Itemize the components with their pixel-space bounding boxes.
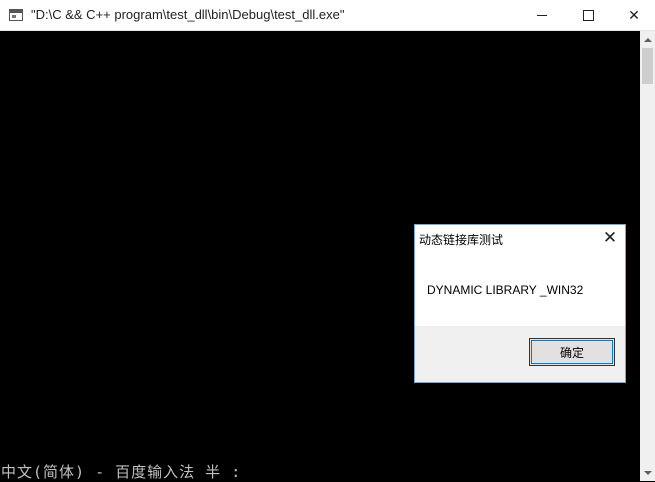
arrow-up-icon bbox=[643, 37, 652, 42]
scrollbar-thumb[interactable] bbox=[642, 48, 653, 84]
minimize-button[interactable] bbox=[519, 0, 565, 30]
console-app-icon[interactable] bbox=[9, 9, 23, 21]
vertical-scrollbar[interactable] bbox=[640, 31, 655, 481]
close-icon: ✕ bbox=[602, 228, 618, 247]
title-bar[interactable]: "D:\C && C++ program\test_dll\bin\Debug\… bbox=[0, 0, 655, 31]
scroll-up-button[interactable] bbox=[640, 31, 655, 48]
dialog-title: 动态链接库测试 bbox=[419, 233, 504, 247]
maximize-icon bbox=[582, 9, 594, 21]
dialog-close-button[interactable]: ✕ bbox=[595, 225, 625, 251]
message-box-dialog: 动态链接库测试 ✕ DYNAMIC LIBRARY _WIN32 确定 bbox=[414, 224, 626, 383]
window-title: "D:\C && C++ program\test_dll\bin\Debug\… bbox=[31, 7, 345, 22]
close-icon: ✕ bbox=[628, 6, 640, 23]
dialog-button-bar: 确定 bbox=[415, 326, 625, 382]
arrow-down-icon bbox=[643, 470, 652, 475]
ime-status-text: 中文(简体) - 百度输入法 半 : bbox=[1, 463, 242, 481]
close-button[interactable]: ✕ bbox=[611, 0, 655, 30]
scroll-down-button[interactable] bbox=[640, 464, 655, 481]
maximize-button[interactable] bbox=[565, 0, 611, 30]
dialog-message: DYNAMIC LIBRARY _WIN32 bbox=[427, 283, 584, 297]
ok-button[interactable]: 确定 bbox=[529, 338, 615, 366]
minimize-icon bbox=[537, 14, 547, 16]
